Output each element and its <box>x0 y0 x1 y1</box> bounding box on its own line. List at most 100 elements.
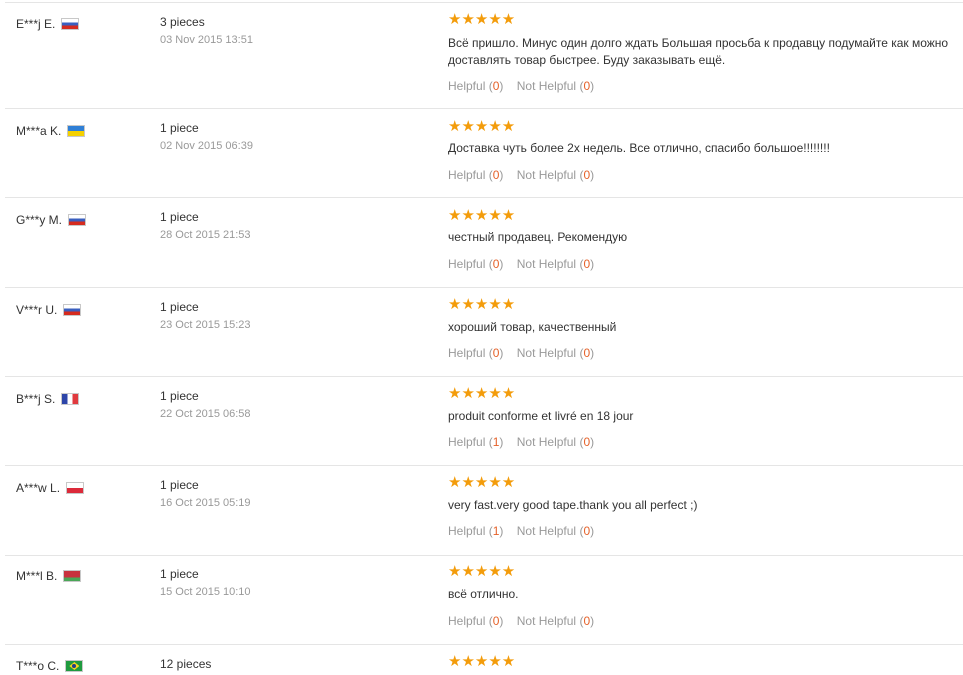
not-helpful-label: Not Helpful <box>516 257 577 271</box>
star-rating: ★★★★★ <box>448 563 516 580</box>
review-comment: very fast.very good tape.thank you all p… <box>448 498 698 512</box>
not-helpful-button[interactable]: Not Helpful (0) <box>517 524 594 538</box>
review-item: G***y M. 1 piece 28 Oct 2015 21:53 ★★★★★… <box>0 198 963 288</box>
helpful-button[interactable]: Helpful (0) <box>448 168 503 182</box>
review-comment: хороший товар, качественный <box>448 320 617 334</box>
not-helpful-label: Not Helpful <box>516 435 577 449</box>
review-date: 23 Oct 2015 15:23 <box>160 319 251 331</box>
star-rating: ★★★★★ <box>448 207 516 224</box>
review-comment: всё отлично. <box>448 587 519 601</box>
not-helpful-button[interactable]: Not Helpful (0) <box>517 435 594 449</box>
buyer-name: M***a K. <box>16 124 62 138</box>
review-item: E***j E. 3 pieces 03 Nov 2015 13:51 ★★★★… <box>0 3 963 109</box>
not-helpful-label: Not Helpful <box>516 168 577 182</box>
helpful-label: Helpful <box>448 257 486 271</box>
buyer-info: V***r U. <box>16 303 82 317</box>
review-comment: честный продавец. Рекомендую <box>448 230 628 244</box>
russia-flag-icon <box>61 18 80 30</box>
review-date: 03 Nov 2015 13:51 <box>160 34 253 46</box>
review-comment: Всё пришло. Минус один долго ждать Больш… <box>448 36 949 67</box>
helpful-button[interactable]: Helpful (0) <box>448 346 503 360</box>
review-date: 02 Nov 2015 06:39 <box>160 140 253 152</box>
helpful-button[interactable]: Helpful (1) <box>448 524 503 538</box>
not-helpful-label: Not Helpful <box>516 346 577 360</box>
helpful-count: 0 <box>492 79 500 93</box>
star-rating: ★★★★★ <box>448 385 516 402</box>
order-quantity: 1 piece <box>160 210 199 224</box>
helpful-button[interactable]: Helpful (1) <box>448 435 503 449</box>
review-item: M***l B. 1 piece 15 Oct 2015 10:10 ★★★★★… <box>0 556 963 645</box>
vote-bar: Helpful (0) Not Helpful (0) <box>448 614 594 628</box>
star-rating: ★★★★★ <box>448 653 516 670</box>
not-helpful-count: 0 <box>583 524 591 538</box>
vote-bar: Helpful (0) Not Helpful (0) <box>448 79 594 93</box>
not-helpful-count: 0 <box>583 614 591 628</box>
order-quantity: 1 piece <box>160 567 199 581</box>
review-date: 15 Oct 2015 10:10 <box>160 586 251 598</box>
helpful-button[interactable]: Helpful (0) <box>448 79 503 93</box>
order-quantity: 12 pieces <box>160 657 212 671</box>
russia-flag-icon <box>63 304 82 316</box>
brazil-flag-icon <box>65 660 84 672</box>
buyer-name: A***w L. <box>16 481 61 495</box>
star-rating: ★★★★★ <box>448 474 516 491</box>
poland-flag-icon <box>66 482 85 494</box>
buyer-info: T***o C. <box>16 659 84 673</box>
france-flag-icon <box>61 393 80 405</box>
not-helpful-count: 0 <box>583 346 591 360</box>
buyer-info: G***y M. <box>16 213 87 227</box>
review-item: T***o C. 12 pieces ★★★★★ <box>0 645 963 675</box>
review-date: 22 Oct 2015 06:58 <box>160 408 251 420</box>
buyer-info: M***a K. <box>16 124 86 138</box>
star-rating: ★★★★★ <box>448 118 516 135</box>
helpful-count: 0 <box>492 257 500 271</box>
helpful-label: Helpful <box>448 346 486 360</box>
not-helpful-button[interactable]: Not Helpful (0) <box>517 79 594 93</box>
buyer-name: M***l B. <box>16 569 58 583</box>
buyer-name: T***o C. <box>16 659 60 673</box>
belarus-flag-icon <box>63 570 82 582</box>
helpful-count: 0 <box>492 346 500 360</box>
ukraine-flag-icon <box>67 125 86 137</box>
buyer-name: B***j S. <box>16 392 56 406</box>
not-helpful-button[interactable]: Not Helpful (0) <box>517 168 594 182</box>
order-quantity: 1 piece <box>160 389 199 403</box>
not-helpful-button[interactable]: Not Helpful (0) <box>517 257 594 271</box>
not-helpful-button[interactable]: Not Helpful (0) <box>517 614 594 628</box>
order-quantity: 3 pieces <box>160 15 205 29</box>
not-helpful-label: Not Helpful <box>516 524 577 538</box>
buyer-info: M***l B. <box>16 569 82 583</box>
order-quantity: 1 piece <box>160 300 199 314</box>
review-item: M***a K. 1 piece 02 Nov 2015 06:39 ★★★★★… <box>0 109 963 198</box>
helpful-label: Helpful <box>448 614 486 628</box>
buyer-info: A***w L. <box>16 481 85 495</box>
helpful-count: 1 <box>492 435 500 449</box>
helpful-count: 0 <box>492 168 500 182</box>
review-item: V***r U. 1 piece 23 Oct 2015 15:23 ★★★★★… <box>0 288 963 377</box>
vote-bar: Helpful (0) Not Helpful (0) <box>448 346 594 360</box>
helpful-label: Helpful <box>448 435 486 449</box>
helpful-button[interactable]: Helpful (0) <box>448 614 503 628</box>
not-helpful-count: 0 <box>583 435 591 449</box>
not-helpful-button[interactable]: Not Helpful (0) <box>517 346 594 360</box>
helpful-label: Helpful <box>448 524 486 538</box>
helpful-label: Helpful <box>448 79 486 93</box>
vote-bar: Helpful (1) Not Helpful (0) <box>448 435 594 449</box>
buyer-info: B***j S. <box>16 392 80 406</box>
russia-flag-icon <box>68 214 87 226</box>
order-quantity: 1 piece <box>160 121 199 135</box>
helpful-count: 1 <box>492 524 500 538</box>
helpful-count: 0 <box>492 614 500 628</box>
order-quantity: 1 piece <box>160 478 199 492</box>
star-rating: ★★★★★ <box>448 296 516 313</box>
review-date: 28 Oct 2015 21:53 <box>160 229 251 241</box>
not-helpful-count: 0 <box>583 79 591 93</box>
vote-bar: Helpful (1) Not Helpful (0) <box>448 524 594 538</box>
not-helpful-count: 0 <box>583 257 591 271</box>
vote-bar: Helpful (0) Not Helpful (0) <box>448 257 594 271</box>
buyer-name: E***j E. <box>16 17 56 31</box>
buyer-name: V***r U. <box>16 303 58 317</box>
helpful-button[interactable]: Helpful (0) <box>448 257 503 271</box>
not-helpful-count: 0 <box>583 168 591 182</box>
review-comment: Доставка чуть более 2х недель. Все отлич… <box>448 141 830 155</box>
